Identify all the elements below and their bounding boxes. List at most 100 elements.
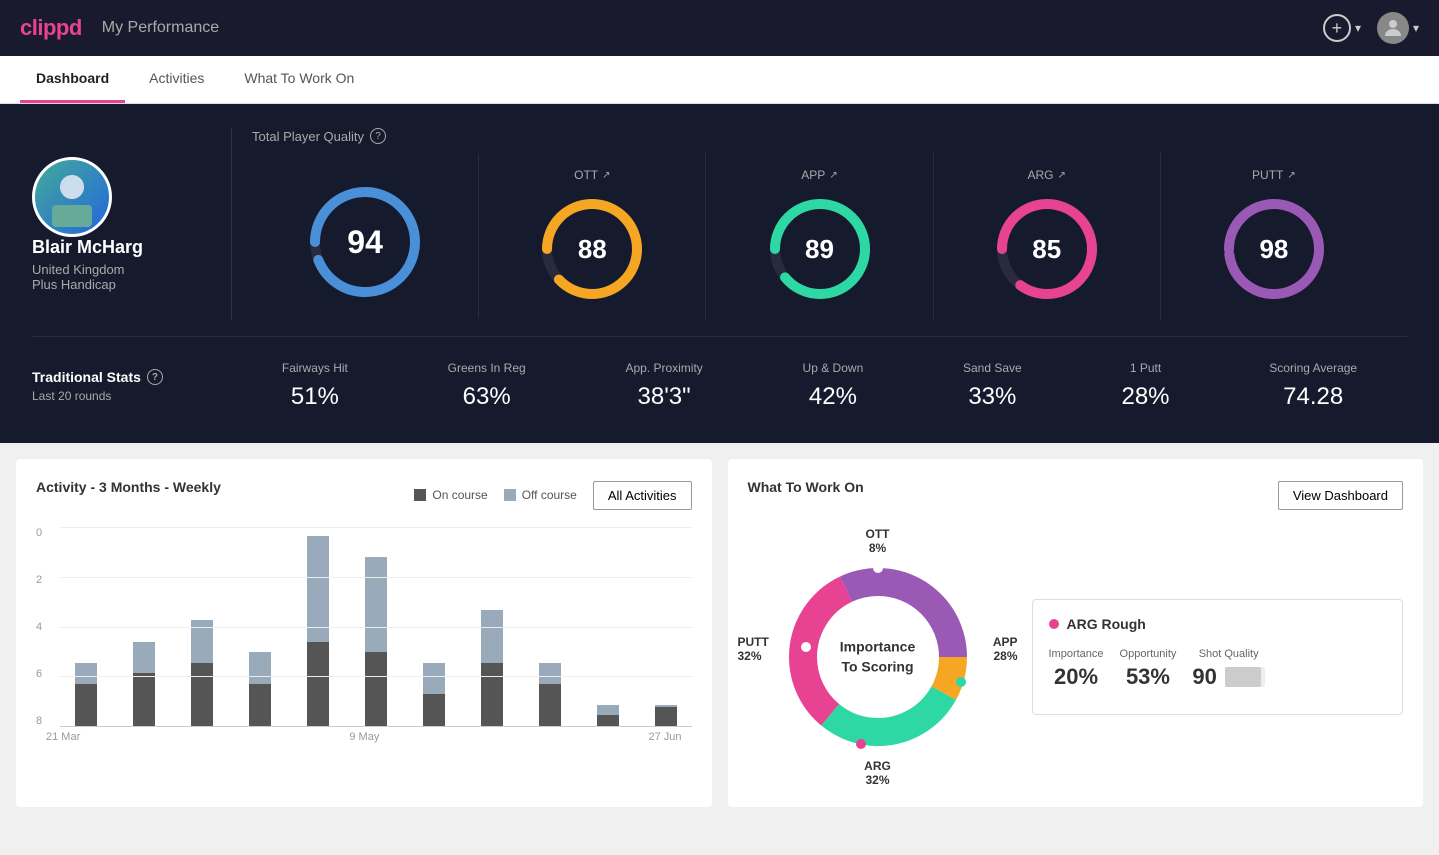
x-labels: 21 Mar 9 May 27 Jun xyxy=(36,731,692,743)
user-chevron-icon: ▾ xyxy=(1413,21,1419,35)
donut-chart: ImportanceTo Scoring OTT 8% APP 28% ARG … xyxy=(748,527,1008,787)
trad-stat-1-putt: 1 Putt 28% xyxy=(1121,361,1169,411)
bar-stack xyxy=(75,663,97,726)
bar-group xyxy=(234,652,286,726)
bar-stack xyxy=(539,663,561,726)
bar-group xyxy=(176,620,228,726)
y-axis: 86420 xyxy=(36,527,56,727)
quality-bar-fill xyxy=(1225,667,1261,687)
trad-help-icon[interactable]: ? xyxy=(147,369,163,385)
ring-arg: 85 xyxy=(992,194,1102,304)
trad-stat-value: 33% xyxy=(963,383,1022,411)
y-axis-label: 4 xyxy=(36,621,56,633)
add-button[interactable]: + ▾ xyxy=(1323,14,1361,42)
on-course-bar xyxy=(75,684,97,726)
score-label-app: APP↗ xyxy=(801,168,837,182)
bar-stack xyxy=(365,557,387,726)
score-label-arg: ARG↗ xyxy=(1028,168,1066,182)
ring-value-arg: 85 xyxy=(1032,234,1061,265)
trad-stat-value: 38'3" xyxy=(625,383,702,411)
off-course-bar xyxy=(133,642,155,674)
trad-stat-sand-save: Sand Save 33% xyxy=(963,361,1022,411)
ring-value-total: 94 xyxy=(347,224,383,261)
off-course-bar xyxy=(597,705,619,716)
score-item-ott: OTT↗ 88 xyxy=(479,152,706,320)
donut-label-ott: OTT 8% xyxy=(866,527,890,555)
score-item-putt: PUTT↗ 98 xyxy=(1161,152,1387,320)
tab-what-to-work-on[interactable]: What To Work On xyxy=(228,56,370,103)
chart-body: 86420 xyxy=(36,527,692,727)
y-axis-label: 2 xyxy=(36,574,56,586)
view-dashboard-button[interactable]: View Dashboard xyxy=(1278,481,1403,510)
detail-card-title: ARG Rough xyxy=(1049,616,1387,632)
on-course-bar xyxy=(249,684,271,726)
work-content: ImportanceTo Scoring OTT 8% APP 28% ARG … xyxy=(748,527,1404,787)
header: clippd My Performance + ▾ ▾ xyxy=(0,0,1439,56)
legend-off-course: Off course xyxy=(504,488,577,502)
score-item-arg: ARG↗ 85 xyxy=(934,152,1161,320)
activity-chart-panel: Activity - 3 Months - Weekly On course O… xyxy=(16,459,712,807)
on-course-bar xyxy=(307,642,329,726)
trad-stat-label: Greens In Reg xyxy=(448,361,526,375)
grid-line xyxy=(60,527,692,528)
off-course-bar xyxy=(249,652,271,684)
add-chevron-icon: ▾ xyxy=(1355,21,1361,35)
off-course-bar xyxy=(307,536,329,642)
donut-svg xyxy=(768,547,988,767)
bar-group xyxy=(118,642,170,726)
avatar xyxy=(1377,12,1409,44)
ring-value-ott: 88 xyxy=(578,234,607,265)
work-detail: ARG Rough Importance 20% Opportunity 53%… xyxy=(1032,599,1404,715)
importance-metric: Importance 20% xyxy=(1049,648,1104,690)
user-menu-button[interactable]: ▾ xyxy=(1377,12,1419,44)
tab-dashboard[interactable]: Dashboard xyxy=(20,56,125,103)
quality-help-icon[interactable]: ? xyxy=(370,128,386,144)
trad-stat-app.-proximity: App. Proximity 38'3" xyxy=(625,361,702,411)
on-course-bar xyxy=(133,673,155,726)
all-activities-button[interactable]: All Activities xyxy=(593,481,692,510)
donut-label-arg: ARG 32% xyxy=(864,759,891,787)
quality-section: Total Player Quality ? 94 OTT↗ 88 xyxy=(232,128,1407,320)
off-course-bar xyxy=(481,610,503,663)
bar-stack xyxy=(423,663,445,726)
donut-label-putt: PUTT 32% xyxy=(738,635,769,663)
work-header: What To Work On View Dashboard xyxy=(748,479,1404,511)
ring-value-putt: 98 xyxy=(1259,234,1288,265)
trad-stat-up-&-down: Up & Down 42% xyxy=(803,361,864,411)
trad-stat-label: App. Proximity xyxy=(625,361,702,375)
bar-group xyxy=(60,663,112,726)
trad-stat-label: Up & Down xyxy=(803,361,864,375)
traditional-stats-section: Traditional Stats ? Last 20 rounds Fairw… xyxy=(32,336,1407,419)
tab-activities[interactable]: Activities xyxy=(133,56,220,103)
bars-container xyxy=(60,527,692,727)
bar-stack xyxy=(597,705,619,726)
work-on-title: What To Work On xyxy=(748,479,864,495)
bar-group xyxy=(640,705,692,726)
bar-group xyxy=(350,557,402,726)
header-title: My Performance xyxy=(102,19,219,37)
trad-stat-value: 51% xyxy=(282,383,348,411)
score-item-total: 94 xyxy=(252,154,479,318)
on-course-bar xyxy=(597,715,619,726)
chart-header: Activity - 3 Months - Weekly On course O… xyxy=(36,479,692,511)
bar-group xyxy=(408,663,460,726)
ring-total: 94 xyxy=(305,182,425,302)
off-course-dot xyxy=(504,489,516,501)
off-course-bar xyxy=(191,620,213,662)
on-course-bar xyxy=(423,694,445,726)
trad-stat-greens-in-reg: Greens In Reg 63% xyxy=(448,361,526,411)
donut-label-app: APP 28% xyxy=(993,635,1018,663)
player-dashboard-panel: Blair McHarg United Kingdom Plus Handica… xyxy=(0,104,1439,443)
player-handicap: Plus Handicap xyxy=(32,277,143,292)
trad-stat-value: 42% xyxy=(803,383,864,411)
chart-area: 86420 xyxy=(36,527,692,747)
bar-group xyxy=(582,705,634,726)
bar-group xyxy=(466,610,518,726)
player-info: Blair McHarg United Kingdom Plus Handica… xyxy=(32,237,143,292)
y-axis-label: 8 xyxy=(36,715,56,727)
add-circle-icon[interactable]: + xyxy=(1323,14,1351,42)
y-axis-label: 6 xyxy=(36,668,56,680)
scores-row: 94 OTT↗ 88 APP↗ 89 ARG↗ xyxy=(252,152,1387,320)
on-course-bar xyxy=(191,663,213,726)
bar-stack xyxy=(133,642,155,726)
